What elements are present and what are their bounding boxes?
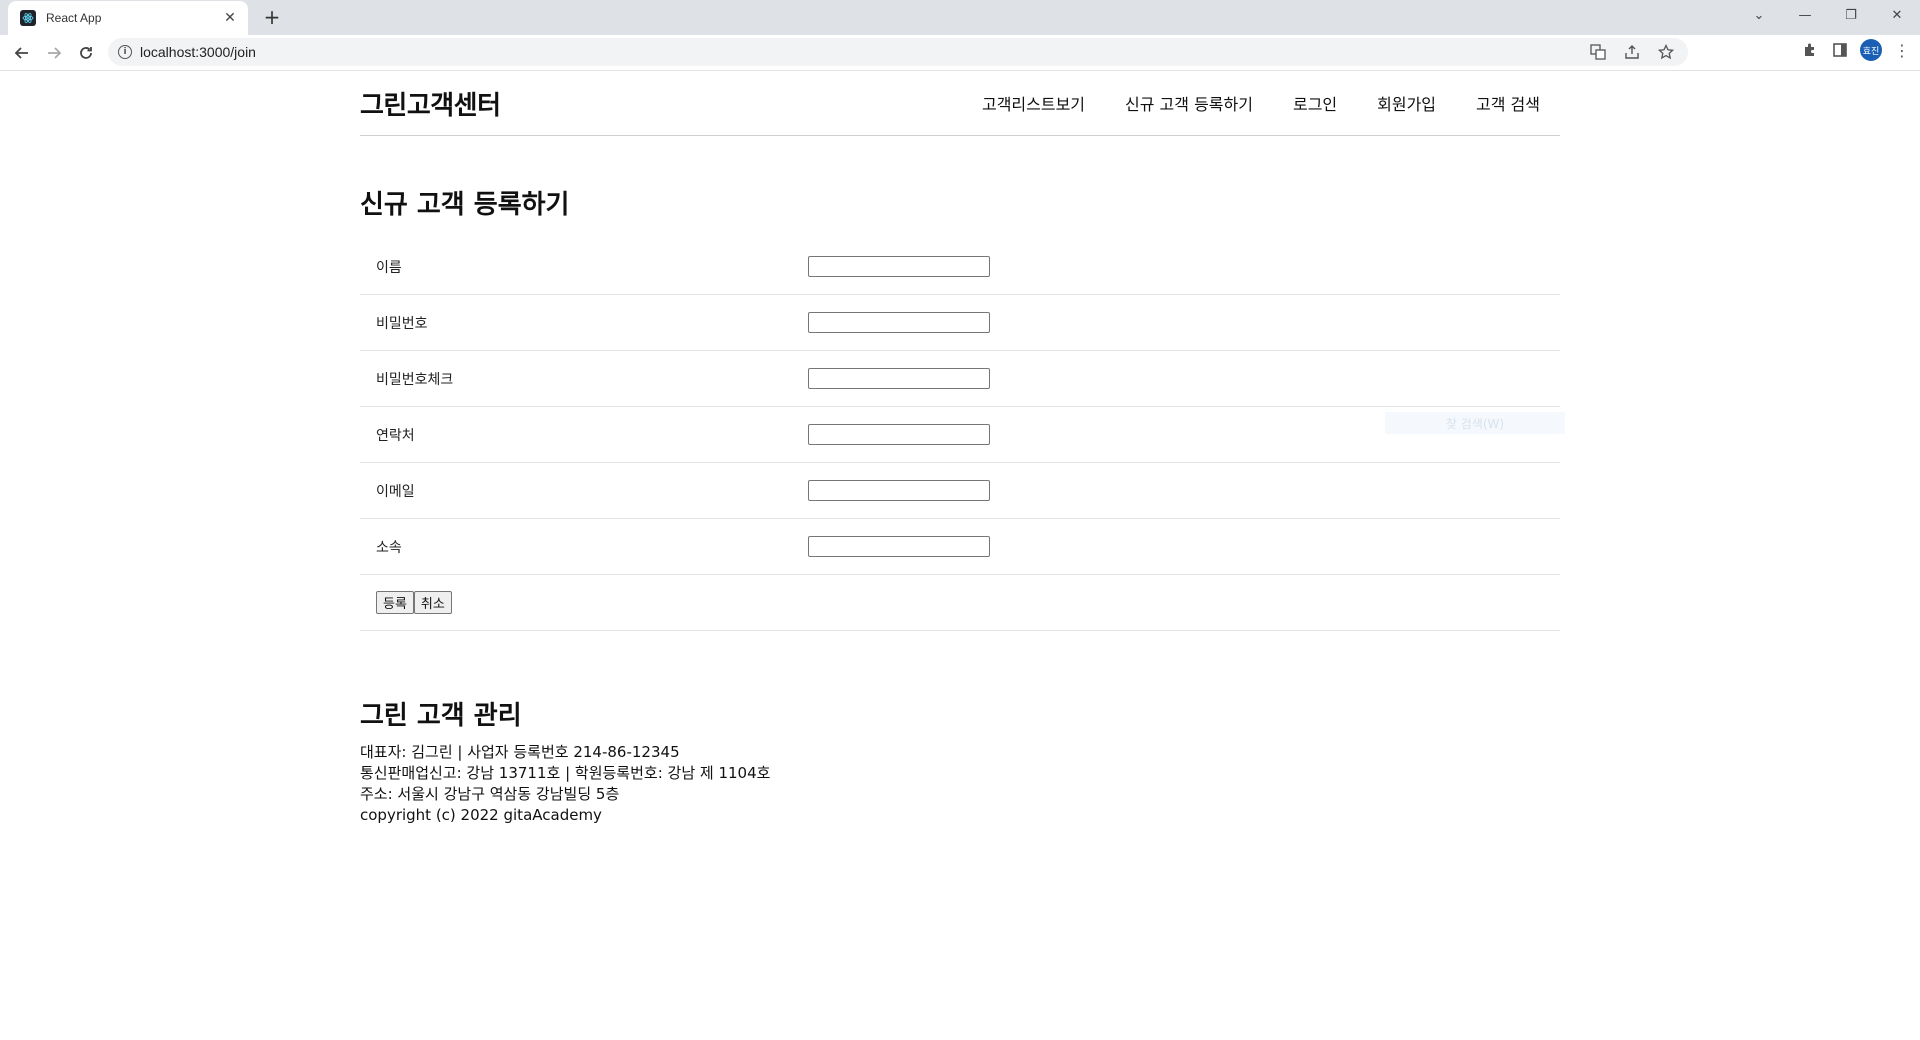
side-panel-icon[interactable] — [1830, 40, 1850, 60]
name-label: 이름 — [360, 239, 807, 295]
footer-title: 그린 고객 관리 — [360, 701, 522, 731]
form-table: 이름 비밀번호 비밀번호체크 연락처 이메일 소속 등록 취소 — [360, 239, 1560, 631]
minimize-icon[interactable]: — — [1782, 0, 1828, 30]
share-icon[interactable] — [1622, 42, 1642, 62]
tab-search-icon[interactable]: ⌄ — [1736, 0, 1782, 30]
kebab-menu-icon[interactable]: ⋮ — [1892, 40, 1912, 60]
footer-line-registration: 통신판매업신고: 강남 13711호 | 학원등록번호: 강남 제 1104호 — [360, 764, 771, 782]
menu-new-customer[interactable]: 신규 고객 등록하기 — [1125, 91, 1253, 115]
reload-icon[interactable] — [70, 38, 102, 68]
footer-line-copyright: copyright (c) 2022 gitaAcademy — [360, 806, 602, 824]
browser-toolbar: i localhost:3000/join 효진 ⋮ — [0, 35, 1920, 71]
main-menu: 고객리스트보기 신규 고객 등록하기 로그인 회원가입 고객 검색 — [982, 91, 1540, 115]
menu-customer-list[interactable]: 고객리스트보기 — [982, 91, 1085, 115]
tab-close-icon[interactable]: ✕ — [222, 10, 238, 26]
affiliation-input[interactable] — [808, 536, 990, 557]
form-row-phone: 연락처 — [360, 406, 1560, 463]
site-header: 그린고객센터 고객리스트보기 신규 고객 등록하기 로그인 회원가입 고객 검색 — [360, 71, 1560, 136]
phone-label: 연락처 — [360, 406, 807, 463]
affiliation-label: 소속 — [360, 518, 807, 575]
password-check-input[interactable] — [808, 368, 990, 389]
cancel-button[interactable]: 취소 — [413, 591, 452, 614]
email-label: 이메일 — [360, 462, 807, 519]
restore-icon[interactable]: ❐ — [1828, 0, 1874, 30]
new-tab-icon[interactable]: + — [260, 5, 284, 29]
page-container: 그린고객센터 고객리스트보기 신규 고객 등록하기 로그인 회원가입 고객 검색… — [360, 71, 1560, 826]
form-row-password: 비밀번호 — [360, 294, 1560, 351]
footer-line-address: 주소: 서울시 강남구 역삼동 강남빌딩 5층 — [360, 785, 620, 803]
find-overlay: 찾 검색(W) — [1385, 412, 1565, 434]
submit-button[interactable]: 등록 — [376, 591, 414, 614]
phone-input[interactable] — [808, 424, 990, 445]
bookmark-star-icon[interactable] — [1656, 42, 1676, 62]
site-info-icon[interactable]: i — [118, 45, 132, 59]
menu-signup[interactable]: 회원가입 — [1377, 91, 1436, 115]
site-footer: 그린 고객 관리 대표자: 김그린 | 사업자 등록번호 214-86-1234… — [360, 695, 1560, 826]
password-check-label: 비밀번호체크 — [360, 350, 807, 407]
name-input[interactable] — [808, 256, 990, 277]
form-row-email: 이메일 — [360, 462, 1560, 519]
browser-tab[interactable]: React App ✕ — [8, 1, 248, 35]
forward-icon[interactable] — [38, 38, 70, 68]
page-title: 신규 고객 등록하기 — [360, 190, 570, 220]
email-input[interactable] — [808, 480, 990, 501]
form-row-affiliation: 소속 — [360, 518, 1560, 575]
tab-strip: React App ✕ + ⌄ — ❐ ✕ — [0, 0, 1920, 35]
menu-customer-search[interactable]: 고객 검색 — [1476, 91, 1540, 115]
menu-login[interactable]: 로그인 — [1293, 91, 1337, 115]
site-logo[interactable]: 그린고객센터 — [360, 85, 501, 122]
back-icon[interactable] — [6, 38, 38, 68]
url-text[interactable]: localhost:3000/join — [140, 44, 256, 60]
form-buttons-row: 등록 취소 — [360, 574, 1560, 631]
translate-icon[interactable] — [1588, 42, 1608, 62]
extensions-icon[interactable] — [1800, 40, 1820, 60]
password-label: 비밀번호 — [360, 294, 807, 351]
footer-line-representative: 대표자: 김그린 | 사업자 등록번호 214-86-12345 — [360, 743, 680, 761]
form-row-password-check: 비밀번호체크 — [360, 350, 1560, 407]
close-window-icon[interactable]: ✕ — [1874, 0, 1920, 30]
address-bar[interactable]: i localhost:3000/join — [108, 38, 1688, 66]
window-controls: ⌄ — ❐ ✕ — [1736, 0, 1920, 30]
react-favicon-icon — [20, 10, 36, 26]
form-row-name: 이름 — [360, 239, 1560, 295]
profile-avatar[interactable]: 효진 — [1860, 39, 1882, 61]
tab-title: React App — [46, 11, 102, 25]
registration-form: 이름 비밀번호 비밀번호체크 연락처 이메일 소속 등록 취소 — [360, 239, 1560, 631]
password-input[interactable] — [808, 312, 990, 333]
